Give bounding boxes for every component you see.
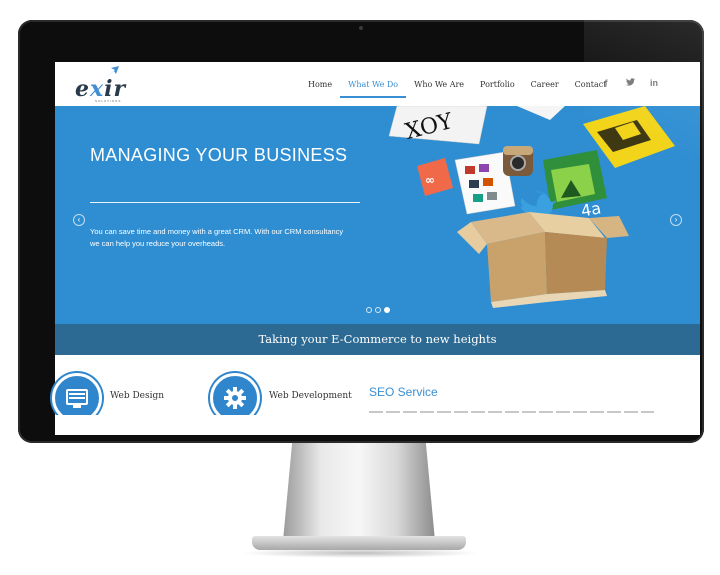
services-section: Web Design Web Development SEO Service <box>37 42 682 415</box>
gear-icon <box>224 387 246 409</box>
monitor-stand-neck <box>283 443 435 541</box>
monitor-icon <box>66 389 88 408</box>
seo-service-text-placeholder <box>369 411 654 413</box>
web-development-label[interactable]: Web Development <box>269 391 352 401</box>
web-development-service-icon[interactable] <box>210 373 260 415</box>
seo-service-title[interactable]: SEO Service <box>369 385 438 399</box>
web-design-service-icon[interactable] <box>52 373 102 415</box>
web-design-label[interactable]: Web Design <box>110 391 164 401</box>
camera-icon <box>359 26 363 30</box>
monitor-stand-base <box>252 536 466 550</box>
